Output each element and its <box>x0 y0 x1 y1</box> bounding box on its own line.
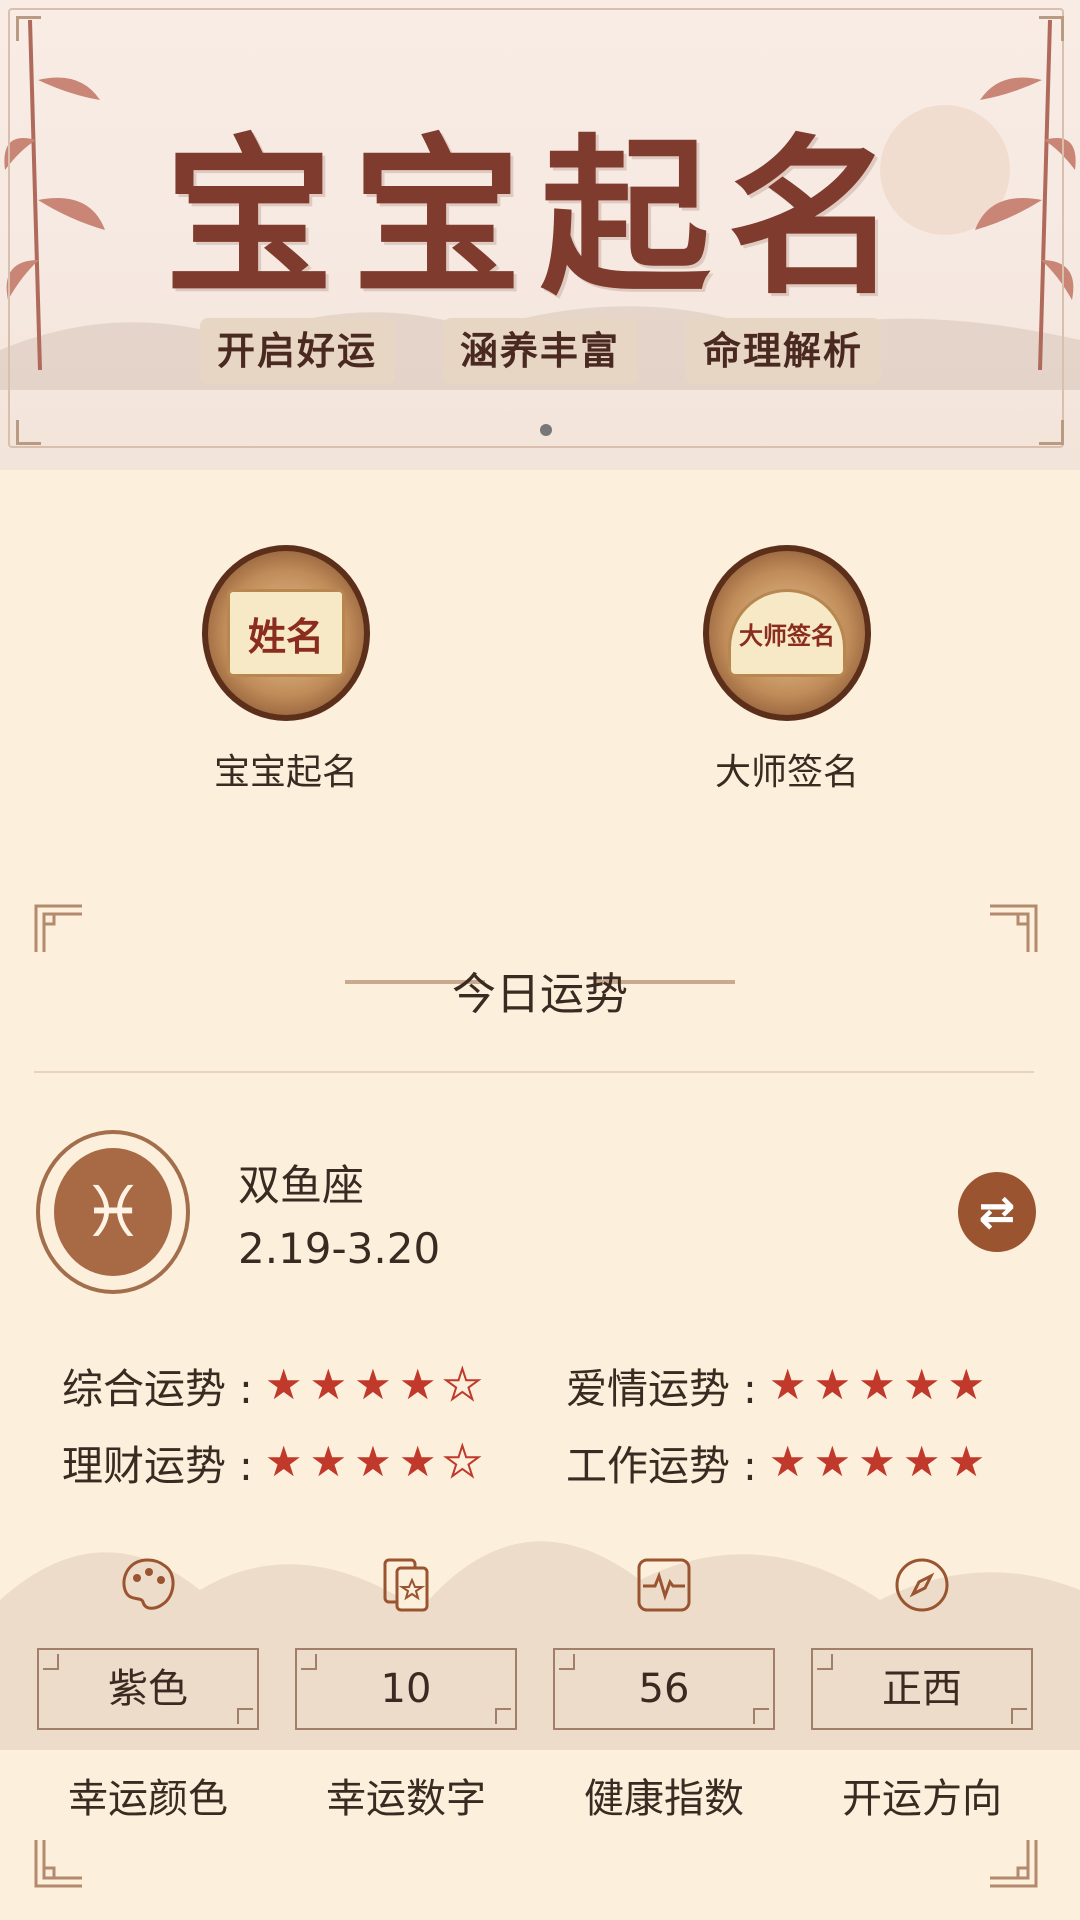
star-filled-icon: ★ <box>768 1360 807 1409</box>
pulse-icon <box>637 1558 691 1612</box>
star-empty-icon: ★ <box>442 1360 482 1409</box>
star-filled-icon: ★ <box>309 1437 348 1486</box>
corner-ornament-icon <box>990 1840 1038 1888</box>
master-signature-entry[interactable]: 大师签名 大师签名 <box>662 545 912 795</box>
zodiac-name: 双鱼座 <box>238 1161 365 1210</box>
star-filled-icon: ★ <box>947 1437 986 1486</box>
lucky-value: 紫色 <box>37 1648 259 1730</box>
fortune-label: 综合运势 : <box>62 1365 253 1413</box>
card-icon <box>383 1558 429 1612</box>
feature-label: 宝宝起名 <box>213 752 358 793</box>
compass-icon <box>895 1558 949 1612</box>
banner-tags: 开启好运 涵养丰富 命理解析 <box>0 318 1080 384</box>
corner-ornament-icon <box>34 1840 82 1888</box>
star-filled-icon: ★ <box>858 1360 896 1409</box>
corner-ornament-icon <box>34 904 82 952</box>
lucky-value: 正西 <box>811 1648 1033 1730</box>
section-divider <box>34 1071 1034 1073</box>
fortune-label: 爱情运势 : <box>566 1365 757 1413</box>
banner-tag: 命理解析 <box>685 318 881 384</box>
star-filled-icon: ★ <box>354 1360 392 1409</box>
lucky-direction: 正西 开运方向 <box>811 1550 1033 1824</box>
lucky-label: 开运方向 <box>842 1776 1002 1822</box>
star-filled-icon: ★ <box>398 1437 437 1486</box>
fortune-overall: 综合运势 : ★ ★ ★ ★ ★ <box>62 1355 482 1415</box>
palette-icon <box>122 1558 175 1610</box>
frame-corner <box>16 420 41 445</box>
star-filled-icon: ★ <box>264 1437 303 1486</box>
baby-naming-entry[interactable]: 姓名 宝宝起名 <box>161 545 411 795</box>
medal-caption: 大师签名 <box>728 589 846 677</box>
star-filled-icon: ★ <box>947 1360 986 1409</box>
lucky-value: 56 <box>553 1648 775 1730</box>
medal-caption: 姓名 <box>227 589 345 677</box>
pisces-icon: ♓ <box>54 1148 172 1276</box>
feature-label: 大师签名 <box>714 752 859 793</box>
star-filled-icon: ★ <box>768 1437 807 1486</box>
star-filled-icon: ★ <box>902 1437 941 1486</box>
frame-corner <box>1039 420 1064 445</box>
zodiac-badge: ♓ <box>36 1130 190 1294</box>
star-filled-icon: ★ <box>813 1360 852 1409</box>
fortune-love: 爱情运势 : ★ ★ ★ ★ ★ <box>566 1355 985 1415</box>
carousel-indicator[interactable] <box>540 424 552 436</box>
star-filled-icon: ★ <box>354 1437 392 1486</box>
star-rating: ★ ★ ★ ★ ★ <box>264 1360 482 1409</box>
lucky-number: 10 幸运数字 <box>295 1550 517 1824</box>
section-title: 今日运势 <box>452 969 628 1020</box>
lucky-label: 健康指数 <box>584 1776 744 1822</box>
fortune-label: 理财运势 : <box>62 1442 253 1490</box>
star-filled-icon: ★ <box>309 1360 348 1409</box>
lucky-value: 10 <box>295 1648 517 1730</box>
star-filled-icon: ★ <box>858 1437 896 1486</box>
name-scroll-icon: 姓名 <box>202 545 370 721</box>
banner-tag: 开启好运 <box>199 318 395 384</box>
fortune-work: 工作运势 : ★ ★ ★ ★ ★ <box>566 1432 985 1492</box>
star-rating: ★ ★ ★ ★ ★ <box>264 1437 482 1486</box>
fortune-wealth: 理财运势 : ★ ★ ★ ★ ★ <box>62 1432 482 1492</box>
star-rating: ★ ★ ★ ★ ★ <box>769 1441 985 1483</box>
star-empty-icon: ★ <box>442 1437 482 1486</box>
banner-tag: 涵养丰富 <box>442 318 638 384</box>
star-filled-icon: ★ <box>813 1437 852 1486</box>
fortune-label: 工作运势 : <box>566 1442 757 1490</box>
star-rating: ★ ★ ★ ★ ★ <box>769 1364 985 1406</box>
switch-zodiac-button[interactable]: ⇄ <box>958 1172 1036 1252</box>
lucky-label: 幸运颜色 <box>68 1776 228 1822</box>
frame-corner <box>16 16 41 41</box>
star-filled-icon: ★ <box>264 1360 303 1409</box>
star-filled-icon: ★ <box>902 1360 941 1409</box>
frame-corner <box>1039 16 1064 41</box>
corner-ornament-icon <box>990 904 1038 952</box>
zodiac-dates: 2.19-3.20 <box>238 1224 441 1273</box>
banner-title: 宝宝起名 <box>163 118 916 318</box>
lucky-label: 幸运数字 <box>326 1776 486 1822</box>
health-index: 56 健康指数 <box>553 1550 775 1824</box>
hero-banner[interactable]: 宝宝起名 开启好运 涵养丰富 命理解析 <box>0 0 1080 470</box>
fan-icon: 大师签名 <box>703 545 871 721</box>
lucky-color: 紫色 幸运颜色 <box>37 1550 259 1824</box>
star-filled-icon: ★ <box>398 1360 437 1409</box>
